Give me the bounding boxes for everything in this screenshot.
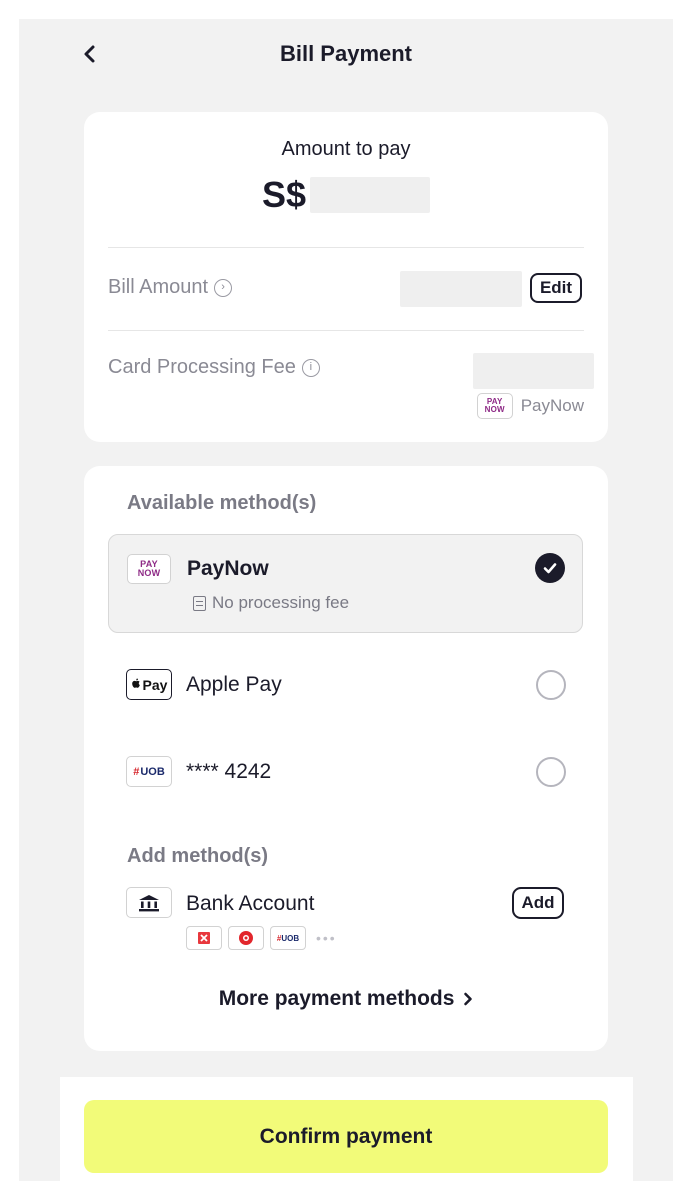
method-name: PayNow (187, 557, 269, 580)
amount-value-masked (310, 177, 431, 213)
add-methods-title: Add method(s) (127, 845, 269, 867)
radio-unselected[interactable] (536, 757, 566, 787)
uob-logo: # UOB (126, 756, 172, 787)
document-icon (193, 595, 206, 611)
paynow-logo-bottom: NOW (484, 405, 505, 414)
uob-logo-text: UOB (281, 933, 300, 943)
dbs-logo (186, 926, 222, 950)
method-option-apple-pay[interactable]: Pay Apple Pay (108, 655, 583, 715)
apple-pay-logo-text: Pay (142, 676, 168, 693)
add-button[interactable]: Add (512, 887, 564, 919)
amount-label: Amount to pay (281, 138, 411, 160)
footer: Confirm payment (60, 1077, 633, 1181)
method-note: No processing fee (193, 593, 349, 613)
bill-amount-text: Bill Amount (108, 276, 209, 298)
method-name: **** 4242 (186, 760, 272, 783)
fee-method-label: PayNow (520, 396, 584, 415)
amount-card: Amount to pay S$ Bill Amount › Edit Card… (84, 112, 608, 442)
chevron-right-circle-icon[interactable]: › (214, 278, 233, 297)
chevron-right-icon (464, 992, 473, 1006)
methods-card: Available method(s) PAY NOW PayNow No pr… (84, 466, 608, 1051)
radio-unselected[interactable] (536, 670, 566, 700)
screen: Bill Payment Amount to pay S$ Bill Amoun… (19, 19, 673, 1181)
uob-logo-text: UOB (140, 765, 165, 778)
page-title: Bill Payment (279, 41, 413, 66)
bank-logos: # UOB ••• (186, 926, 337, 950)
paynow-logo: PAY NOW (127, 554, 171, 584)
header: Bill Payment (19, 19, 673, 89)
method-note-text: No processing fee (212, 593, 350, 612)
paynow-logo: PAY NOW (476, 393, 513, 419)
more-dots-icon: ••• (316, 930, 337, 946)
divider (108, 330, 584, 331)
more-payment-methods-text: More payment methods (218, 987, 455, 1010)
method-option-card[interactable]: # UOB **** 4242 (108, 742, 583, 802)
processing-fee-label: Card Processing Fee i (108, 356, 320, 379)
apple-pay-logo: Pay (126, 669, 172, 700)
bank-account-label: Bank Account (186, 892, 315, 915)
amount-row: S$ (84, 174, 608, 216)
ocbc-logo (228, 926, 264, 950)
confirm-payment-button[interactable]: Confirm payment (84, 1100, 608, 1173)
bill-amount-value-masked (400, 271, 522, 307)
available-methods-title: Available method(s) (127, 492, 317, 514)
uob-logo: # UOB (270, 926, 306, 950)
processing-fee-text: Card Processing Fee (108, 356, 296, 378)
uob-mark-icon: # (133, 765, 140, 778)
method-option-paynow[interactable]: PAY NOW PayNow No processing fee (108, 534, 583, 633)
processing-fee-value-masked (473, 353, 594, 389)
divider (108, 247, 584, 248)
selected-check-icon (535, 553, 565, 583)
fee-method: PAY NOW PayNow (476, 393, 584, 419)
more-payment-methods-link[interactable]: More payment methods (84, 987, 608, 1011)
bank-icon (126, 887, 172, 918)
bill-amount-label: Bill Amount › (108, 276, 233, 299)
apple-icon (131, 678, 140, 688)
info-icon[interactable]: i (301, 358, 320, 377)
method-name: Apple Pay (186, 673, 282, 696)
paynow-logo-bottom: NOW (137, 568, 161, 578)
edit-button[interactable]: Edit (530, 273, 582, 303)
amount-currency: S$ (261, 174, 307, 215)
